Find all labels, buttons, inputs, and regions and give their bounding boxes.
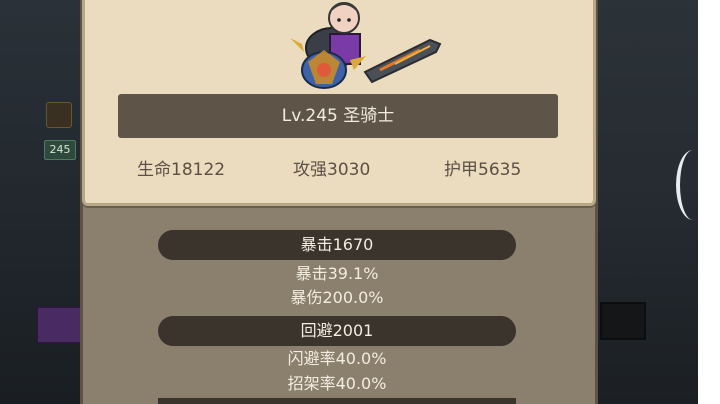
paladin-hero-sprite-icon (290, 2, 442, 89)
crit-section-header: 暴击1670 (158, 230, 516, 260)
background-bar (600, 302, 646, 340)
crit-damage-line: 暴伤200.0% (290, 288, 384, 307)
parry-rate-line: 招架率40.0% (287, 374, 387, 393)
background-item-icon (46, 102, 72, 128)
dodge-section-header: 回避2001 (158, 316, 516, 346)
stat-hp: 生命18122 (137, 160, 226, 180)
hero-level-class: Lv.245 圣骑士 (281, 106, 395, 126)
crit-rate-line: 暴击39.1% (295, 264, 379, 283)
background-level-chip: 245 (44, 140, 76, 160)
next-section-header (158, 398, 516, 404)
dodge-rate-line: 闪避率40.0% (287, 349, 387, 368)
background-arc-shape (676, 150, 710, 220)
stat-armor: 护甲5635 (444, 160, 522, 180)
stat-attack: 攻强3030 (293, 160, 371, 180)
background-slot (36, 306, 86, 344)
